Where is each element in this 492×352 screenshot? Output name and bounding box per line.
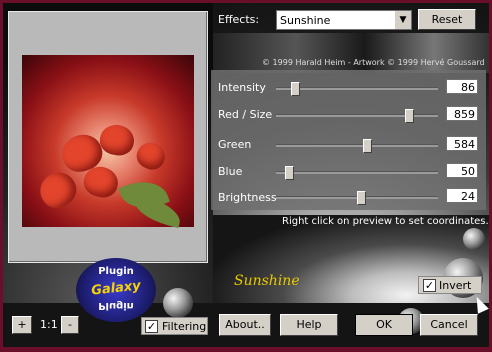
decorative-orb (463, 228, 485, 250)
effects-label: Effects: (218, 13, 260, 26)
slider-thumb[interactable] (285, 166, 294, 180)
preview-image[interactable] (22, 55, 194, 229)
logo-text-top: Plugin (98, 266, 134, 277)
slider-thumb[interactable] (357, 191, 366, 205)
blue-value-field[interactable]: 50 (446, 163, 478, 178)
ok-button[interactable]: OK (355, 314, 413, 336)
about-button[interactable]: About.. (219, 314, 271, 336)
zoom-level: 1:1 (40, 318, 58, 331)
copyright-text: © 1999 Harald Heim - Artwork © 1999 Herv… (262, 58, 485, 67)
cancel-button[interactable]: Cancel (420, 314, 478, 336)
preview-panel[interactable] (8, 11, 208, 263)
help-button[interactable]: Help (280, 314, 338, 336)
slider-thumb[interactable] (363, 139, 372, 153)
slider-thumb[interactable] (405, 109, 414, 123)
invert-check-box[interactable]: ✓ (423, 279, 436, 292)
red-size-value-field[interactable]: 859 (446, 106, 478, 121)
reset-button[interactable]: Reset (418, 9, 476, 30)
blue-label: Blue (218, 165, 243, 178)
tulip-flower (33, 165, 83, 215)
logo-text-middle: Galaxy (90, 278, 142, 299)
blue-slider[interactable] (276, 166, 438, 180)
intensity-value-field[interactable]: 86 (446, 79, 478, 94)
intensity-slider[interactable] (276, 82, 438, 96)
tulip-flower (97, 122, 137, 158)
brightness-label: Brightness (218, 191, 277, 204)
brightness-value-field[interactable]: 24 (446, 188, 478, 203)
green-value-field[interactable]: 584 (446, 136, 478, 151)
decorative-orb (163, 288, 193, 318)
red-size-slider[interactable] (276, 109, 438, 123)
plugin-galaxy-logo: Plugin Galaxy Plugin (76, 258, 156, 322)
green-label: Green (218, 138, 252, 151)
filter-name-title: Sunshine (234, 273, 300, 289)
filtering-check-box[interactable]: ✓ (145, 320, 158, 333)
effects-dropdown[interactable]: Sunshine ▼ (276, 10, 412, 30)
decorative-background-top (213, 33, 489, 73)
zoom-out-button[interactable]: - (61, 316, 79, 334)
intensity-label: Intensity (218, 81, 266, 94)
tulip-flower (132, 138, 170, 174)
slider-thumb[interactable] (291, 82, 300, 96)
green-slider[interactable] (276, 139, 438, 153)
logo-text-bottom: Plugin (98, 300, 134, 311)
zoom-in-button[interactable]: + (12, 316, 32, 334)
coordinates-hint: Right click on preview to set coordinate… (282, 216, 489, 227)
filtering-checkbox[interactable]: ✓ Filtering (141, 317, 208, 335)
effects-selected-value: Sunshine (280, 14, 331, 27)
red-size-label: Red / Size (218, 108, 273, 121)
invert-label: Invert (439, 279, 472, 292)
plugin-dialog: Effects: Sunshine ▼ Reset © 1999 Harald … (0, 0, 492, 352)
chevron-down-icon[interactable]: ▼ (395, 11, 411, 29)
brightness-slider[interactable] (276, 191, 438, 205)
filtering-label: Filtering (162, 320, 207, 333)
invert-checkbox[interactable]: ✓ Invert (418, 276, 482, 294)
